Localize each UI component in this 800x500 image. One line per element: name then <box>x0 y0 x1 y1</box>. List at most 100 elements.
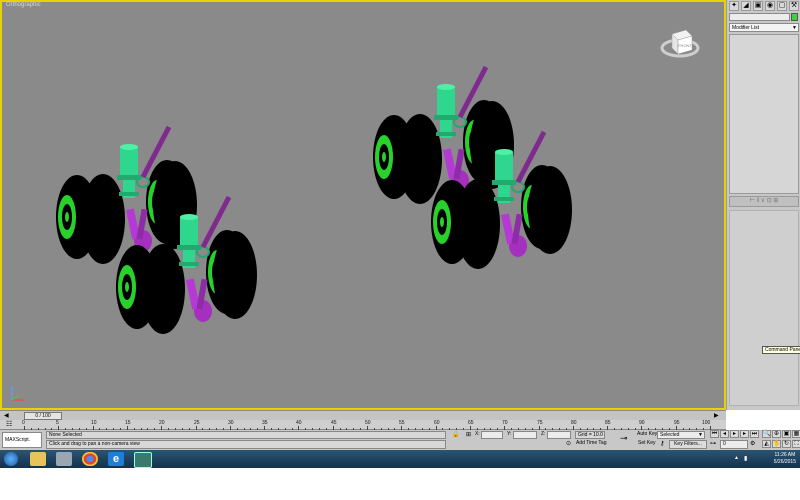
frame-tick-label: 35 <box>262 420 268 426</box>
frame-ruler: 0 5 10 15 20 25 30 35 40 45 50 55 60 65 70 75 80 85 90 95 10… <box>22 420 714 430</box>
frame-tick-label: 60 <box>434 420 440 426</box>
object-name-field[interactable] <box>729 13 790 21</box>
key-filters-button[interactable]: Key Filters... <box>669 440 707 449</box>
frame-tick-label: 55 <box>399 420 405 426</box>
status-bar: MAXScript. None Selected Click and drag … <box>0 430 800 450</box>
orbit-icon[interactable]: ↻ <box>782 440 791 448</box>
auto-key-button[interactable]: Auto Key <box>637 431 657 438</box>
ie-icon[interactable]: e <box>108 452 124 466</box>
frame-tick-label: 85 <box>605 420 611 426</box>
pan-view-icon[interactable]: ✋ <box>772 440 781 448</box>
prev-key-icon[interactable]: ◂ <box>720 430 729 438</box>
modify-icon[interactable]: ◢ <box>741 1 751 11</box>
track-bar[interactable]: ☷ 0 5 10 15 20 25 30 35 40 45 50 55 60 65 70 75 80 85 90 95… <box>0 420 726 430</box>
key-filters-icon[interactable]: ⚷ <box>660 440 664 447</box>
pin-stack-icon[interactable]: ⊢ <box>750 198 755 204</box>
frame-tick-label: 95 <box>674 420 680 426</box>
show-end-result-icon[interactable]: ‖ <box>756 198 758 204</box>
modifier-stack[interactable] <box>729 34 799 194</box>
time-tag-icon[interactable]: ⊙ <box>566 440 571 447</box>
absolute-mode-icon[interactable]: ⊞ <box>466 431 471 438</box>
landing-gear-scene <box>2 2 724 408</box>
frame-tick-label: 90 <box>639 420 645 426</box>
command-panel-tooltip: Command Panel <box>762 346 800 354</box>
frame-tick-label: 80 <box>571 420 577 426</box>
add-time-tag[interactable]: Add Time Tag <box>576 440 606 447</box>
frame-tick-label: 15 <box>125 420 131 426</box>
utilities-icon[interactable]: ⚒ <box>789 1 799 11</box>
viewcube-icon[interactable]: FRONT <box>660 24 700 64</box>
time-slider-bar[interactable]: 0 / 100 ◀ ▶ <box>0 410 726 420</box>
frame-tick-label: 45 <box>331 420 337 426</box>
zoom-all-icon[interactable]: ⊕ <box>772 430 781 438</box>
frame-tick-label: 40 <box>296 420 302 426</box>
frame-tick-label: 20 <box>159 420 165 426</box>
key-mode-toggle-icon[interactable]: ⊶ <box>710 440 716 447</box>
remove-modifier-icon[interactable]: ⊡ <box>767 198 772 204</box>
frame-tick-label: 0 <box>22 420 25 426</box>
maximize-viewport-icon[interactable]: ⛶ <box>792 440 800 448</box>
stack-toolbar[interactable]: ⊢ ‖ ∨ ⊡ ⊞ <box>729 196 799 207</box>
time-slider[interactable]: 0 / 100 <box>24 412 62 420</box>
network-icon[interactable]: ▮ <box>744 455 747 462</box>
make-unique-icon[interactable]: ∨ <box>761 198 765 204</box>
key-mode-value: Selected <box>660 432 680 438</box>
next-frame-icon[interactable]: ▶ <box>714 412 722 420</box>
tray-clock[interactable]: 11:26 AM 5/26/2015 <box>774 452 796 466</box>
frame-tick-label: 25 <box>194 420 200 426</box>
tray-arrow-icon[interactable]: ▲ <box>734 455 739 461</box>
time-config-icon[interactable]: ⚙ <box>750 440 755 447</box>
create-icon[interactable]: ✦ <box>729 1 739 11</box>
hierarchy-icon[interactable]: ▣ <box>753 1 763 11</box>
mini-curve-editor-icon[interactable]: ☷ <box>6 421 12 429</box>
zoom-extents-all-icon[interactable]: ▦ <box>792 430 800 438</box>
chevron-down-icon: ▼ <box>792 25 797 31</box>
grid-size-readout: Grid = 10.0 <box>575 431 605 439</box>
play-icon[interactable]: ▸ <box>730 430 739 438</box>
y-coordinate-field[interactable] <box>513 431 537 439</box>
display-icon[interactable]: ▢ <box>777 1 787 11</box>
modifier-list-dropdown[interactable]: Modifier List ▼ <box>729 23 799 32</box>
viewcube-label: FRONT <box>678 43 692 48</box>
chevron-down-icon: ▼ <box>698 432 703 438</box>
lock-selection-icon[interactable]: 🔒 <box>452 431 459 438</box>
next-key-icon[interactable]: ▸ <box>740 430 749 438</box>
zoom-extents-icon[interactable]: ▣ <box>782 430 791 438</box>
clock-date: 5/26/2015 <box>773 459 796 465</box>
prev-frame-icon[interactable]: ◀ <box>4 412 12 420</box>
set-key-button[interactable]: Set Key <box>638 440 656 447</box>
goto-start-icon[interactable]: ⏮ <box>710 430 719 438</box>
explorer-icon[interactable] <box>30 452 46 466</box>
zoom-icon[interactable]: 🔍 <box>762 430 771 438</box>
goto-end-icon[interactable]: ⏭ <box>750 430 759 438</box>
chrome-icon[interactable] <box>82 452 98 466</box>
frame-tick-label: 70 <box>502 420 508 426</box>
windows-taskbar: e ▲ ▮ 11:26 AM 5/26/2015 <box>0 450 800 468</box>
frame-tick-label: 100 <box>702 420 711 426</box>
x-label: X: <box>475 431 480 437</box>
field-of-view-icon[interactable]: ◭ <box>762 440 771 448</box>
z-coordinate-field[interactable] <box>547 431 571 439</box>
frame-tick-label: 75 <box>537 420 543 426</box>
motion-icon[interactable]: ◉ <box>765 1 775 11</box>
configure-sets-icon[interactable]: ⊞ <box>773 198 778 204</box>
set-key-icon[interactable]: ⊸ <box>620 433 628 443</box>
start-button[interactable] <box>4 452 18 466</box>
frame-tick-label: 5 <box>56 420 59 426</box>
prompt-line: Click and drag to pan a non-camera view <box>46 440 446 449</box>
viewport-orthographic[interactable]: Orthographic FRONT <box>0 0 726 410</box>
current-frame-field[interactable]: 0 <box>720 440 748 449</box>
calculator-icon[interactable] <box>56 452 72 466</box>
key-mode-select[interactable]: Selected ▼ <box>657 431 705 439</box>
x-coordinate-field[interactable] <box>481 431 503 439</box>
frame-tick-label: 30 <box>228 420 234 426</box>
world-axis-icon <box>11 386 24 401</box>
maxscript-listener[interactable]: MAXScript. <box>2 432 42 448</box>
3dsmax-icon[interactable] <box>134 452 152 468</box>
parameters-rollout <box>729 210 799 406</box>
clock-time: 11:26 AM <box>774 452 796 458</box>
object-color-swatch[interactable] <box>791 13 798 21</box>
y-label: Y: <box>507 431 512 437</box>
modifier-list-label: Modifier List <box>732 25 759 31</box>
frame-tick-label: 10 <box>91 420 97 426</box>
